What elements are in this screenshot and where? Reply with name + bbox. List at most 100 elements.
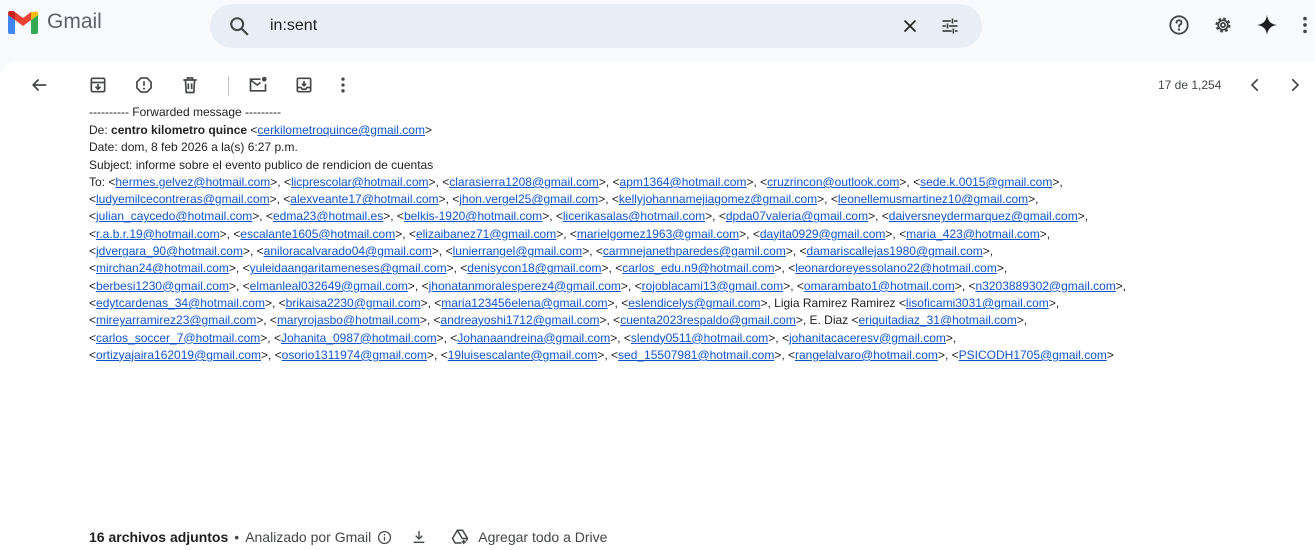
recipient-email-link[interactable]: elizaibanez71@gmail.com bbox=[416, 227, 556, 241]
recipient-row: To: <hermes.gelvez@hotmail.com>, <licpre… bbox=[89, 174, 1063, 189]
message-body: ---------- Forwarded message --------- D… bbox=[0, 105, 1315, 550]
forwarded-message-divider: ---------- Forwarded message --------- bbox=[89, 105, 281, 119]
recipient-email-link[interactable]: rangelalvaro@hotmail.com bbox=[795, 348, 938, 362]
recipient-email-link[interactable]: eslendicelys@gmail.com bbox=[628, 296, 760, 310]
recipient-email-link[interactable]: marielgomez1963@gmail.com bbox=[577, 227, 739, 241]
recipient-email-link[interactable]: brikaisa2230@gmail.com bbox=[286, 296, 421, 310]
recipient-email-link[interactable]: yuleidaangaritameneses@gmail.com bbox=[250, 261, 447, 275]
recipient-email-link[interactable]: damariscallejas1980@gmail.com bbox=[807, 244, 983, 258]
recipient-email-link[interactable]: rojoblacami13@gmail.com bbox=[642, 279, 784, 293]
recipient-row: <r.a.b.r.19@hotmail.com>, <escalante1605… bbox=[89, 226, 1051, 241]
pagination-count: 17 de 1,254 bbox=[1158, 78, 1222, 92]
report-spam-icon[interactable] bbox=[134, 75, 154, 95]
search-icon[interactable] bbox=[228, 15, 250, 37]
clear-search-icon[interactable] bbox=[900, 16, 920, 36]
move-to-icon[interactable] bbox=[294, 75, 314, 95]
recipient-email-link[interactable]: maryrojasbo@hotmail.com bbox=[277, 313, 420, 327]
add-to-drive-icon[interactable] bbox=[451, 528, 469, 546]
apps-icon[interactable] bbox=[1300, 14, 1310, 36]
back-arrow-icon[interactable] bbox=[29, 75, 49, 95]
recipient-email-link[interactable]: lunierrangel@gmail.com bbox=[453, 244, 583, 258]
attachment-count: 16 archivos adjuntos bbox=[89, 529, 229, 545]
recipient-email-link[interactable]: n3203889302@gmail.com bbox=[976, 279, 1116, 293]
recipient-email-link[interactable]: cruzrincon@outlook.com bbox=[767, 175, 899, 189]
recipient-email-link[interactable]: sede.k.0015@gmail.com bbox=[920, 175, 1052, 189]
recipient-email-link[interactable]: dpda07valeria@gmail.com bbox=[726, 209, 868, 223]
gmail-logo[interactable]: Gmail bbox=[8, 10, 102, 34]
recipient-email-link[interactable]: maria123456elena@gmail.com bbox=[441, 296, 607, 310]
recipient-email-link[interactable]: belkis-1920@hotmail.com bbox=[404, 209, 542, 223]
recipient-email-link[interactable]: leonellemusmartinez10@gmail.com bbox=[838, 192, 1028, 206]
recipient-email-link[interactable]: carmnejanethparedes@gamil.com bbox=[603, 244, 786, 258]
mark-unread-icon[interactable] bbox=[248, 75, 268, 95]
recipient-email-link[interactable]: andreayoshi1712@gmail.com bbox=[441, 313, 600, 327]
toolbar-divider bbox=[228, 76, 229, 96]
search-bar[interactable] bbox=[210, 4, 982, 48]
recipient-email-link[interactable]: PSICODH1705@gmail.com bbox=[959, 348, 1107, 362]
recipient-email-link[interactable]: escalante1605@hotmail.com bbox=[240, 227, 395, 241]
recipient-email-link[interactable]: leonardoreyessolano22@hotmail.com bbox=[795, 261, 997, 275]
gemini-sparkle-icon[interactable] bbox=[1256, 14, 1278, 36]
recipient-email-link[interactable]: sed_15507981@hotmail.com bbox=[618, 348, 774, 362]
recipient-email-link[interactable]: berbesi1230@gmail.com bbox=[96, 279, 229, 293]
settings-icon[interactable] bbox=[1212, 14, 1234, 36]
recipient-email-link[interactable]: lisoficami3031@gmail.com bbox=[906, 296, 1049, 310]
recipient-email-link[interactable]: alexveante17@hotmail.com bbox=[290, 192, 438, 206]
recipient-email-link[interactable]: 19luisescalante@gmail.com bbox=[448, 348, 598, 362]
archive-icon[interactable] bbox=[88, 75, 108, 95]
search-input[interactable] bbox=[270, 15, 770, 37]
recipient-email-link[interactable]: mirchan24@hotmail.com bbox=[96, 261, 229, 275]
recipient-email-link[interactable]: daiversneydermarquez@gmail.com bbox=[889, 209, 1078, 223]
separator-dot: • bbox=[234, 529, 240, 545]
recipient-email-link[interactable]: licprescolar@hotmail.com bbox=[291, 175, 429, 189]
scanned-by-gmail-label: Analizado por Gmail bbox=[245, 529, 372, 545]
recipient-email-link[interactable]: Johanita_0987@hotmail.com bbox=[281, 331, 437, 345]
message-toolbar: 17 de 1,254 bbox=[0, 62, 1315, 110]
recipient-email-link[interactable]: ludyemilcecontreras@gmail.com bbox=[96, 192, 270, 206]
recipient-email-link[interactable]: slendy0511@hotmail.com bbox=[631, 331, 768, 345]
recipient-email-link[interactable]: jhonatanmoralesperez4@gmail.com bbox=[429, 279, 621, 293]
recipient-email-link[interactable]: licerikasalas@hotmail.com bbox=[563, 209, 705, 223]
app-name: Gmail bbox=[47, 10, 102, 33]
search-options-icon[interactable] bbox=[940, 16, 960, 36]
recipient-email-link[interactable]: Johanaandreina@gmail.com bbox=[457, 331, 610, 345]
recipient-email-link[interactable]: carlos_soccer_7@hotmail.com bbox=[96, 331, 260, 345]
help-icon[interactable] bbox=[1168, 14, 1190, 36]
download-all-icon[interactable] bbox=[411, 529, 427, 545]
recipient-email-link[interactable]: osorio1311974@gmail.com bbox=[282, 348, 427, 362]
recipient-email-link[interactable]: hermes.gelvez@hotmail.com bbox=[115, 175, 270, 189]
newer-chevron-icon[interactable] bbox=[1246, 75, 1264, 95]
recipient-email-link[interactable]: edytcardenas_34@hotmail.com bbox=[96, 296, 265, 310]
info-icon[interactable] bbox=[377, 530, 392, 545]
recipient-row: <julian_caycedo@hotmail.com>, <edma23@ho… bbox=[89, 209, 1089, 224]
delete-icon[interactable] bbox=[180, 75, 200, 95]
recipient-email-link[interactable]: kellyjohannamejiagomez@gmail.com bbox=[619, 192, 817, 206]
recipient-email-link[interactable]: elmanleal032649@gmail.com bbox=[250, 279, 408, 293]
recipient-email-link[interactable]: maria_423@hotmail.com bbox=[906, 227, 1040, 241]
recipient-email-link[interactable]: jhon.vergel25@gmail.com bbox=[459, 192, 598, 206]
more-vert-icon[interactable] bbox=[338, 75, 348, 95]
recipient-email-link[interactable]: julian_caycedo@hotmail.com bbox=[96, 209, 252, 223]
recipient-email-link[interactable]: apm1364@hotmail.com bbox=[620, 175, 747, 189]
recipient-email-link[interactable]: dayita0929@gmail.com bbox=[760, 227, 886, 241]
recipient-row: <jdvergara_90@hotmail.com>, <aniloracalv… bbox=[89, 244, 994, 259]
recipient-email-link[interactable]: ortizyajaira162019@gmail.com bbox=[96, 348, 261, 362]
recipient-email-link[interactable]: aniloracalvarado04@gmail.com bbox=[264, 244, 432, 258]
recipient-email-link[interactable]: omarambato1@hotmail.com bbox=[804, 279, 955, 293]
older-chevron-icon[interactable] bbox=[1286, 75, 1304, 95]
recipient-email-link[interactable]: cuenta2023respaldo@gmail.com bbox=[620, 313, 796, 327]
recipient-email-link[interactable]: mireyarramirez23@gmail.com bbox=[96, 313, 256, 327]
recipient-row: <edytcardenas_34@hotmail.com>, <brikaisa… bbox=[89, 295, 1060, 310]
recipient-email-link[interactable]: johanitacaceresv@gmail.com bbox=[789, 331, 946, 345]
recipient-email-link[interactable]: carlos_edu.n9@hotmail.com bbox=[622, 261, 774, 275]
sender-email-link[interactable]: cerkilometroquince@gmail.com bbox=[257, 123, 425, 137]
recipient-email-link[interactable]: denisycon18@gmail.com bbox=[467, 261, 601, 275]
recipient-email-link[interactable]: eriquitadiaz_31@hotmail.com bbox=[859, 313, 1017, 327]
from-label: De: bbox=[89, 123, 112, 137]
recipient-email-link[interactable]: edma23@hotmail.es bbox=[273, 209, 383, 223]
recipient-name: Ligia Ramirez Ramirez bbox=[774, 295, 896, 310]
recipient-email-link[interactable]: r.a.b.r.19@hotmail.com bbox=[96, 227, 220, 241]
add-all-to-drive-button[interactable]: Agregar todo a Drive bbox=[478, 529, 607, 545]
recipient-email-link[interactable]: clarasierra1208@gmail.com bbox=[449, 175, 599, 189]
recipient-email-link[interactable]: jdvergara_90@hotmail.com bbox=[96, 244, 243, 258]
